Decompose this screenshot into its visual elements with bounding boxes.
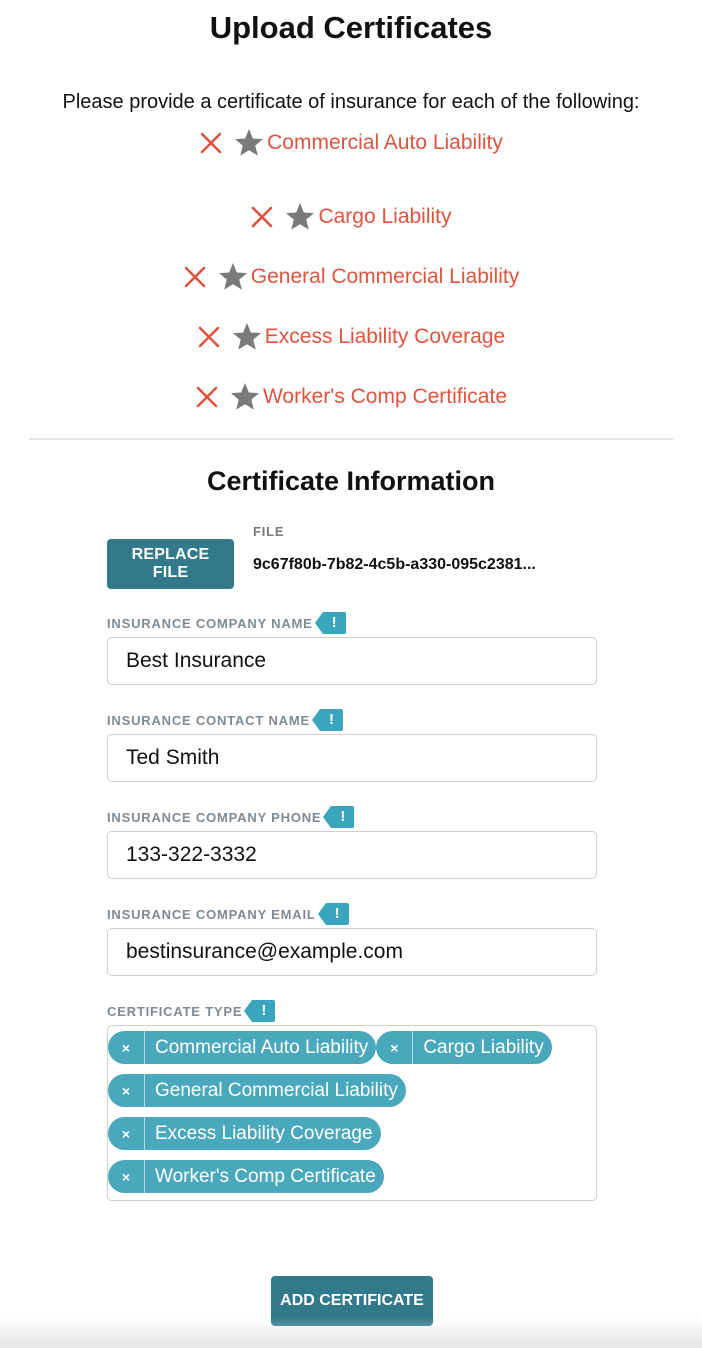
certificate-type-field: CERTIFICATE TYPE ! × Commercial Auto Lia… — [107, 1000, 597, 1201]
company-phone-input[interactable] — [107, 831, 597, 879]
required-flag-icon: ! — [314, 612, 346, 634]
field-label-row: INSURANCE COMPANY EMAIL ! — [107, 903, 597, 925]
file-label: FILE — [253, 524, 285, 539]
tag-label: Worker's Comp Certificate — [155, 1165, 376, 1187]
certificate-type-tag: × Commercial Auto Liability — [108, 1031, 377, 1064]
field-label-row: INSURANCE COMPANY NAME ! — [107, 612, 597, 634]
section-title: Certificate Information — [206, 466, 496, 496]
certificate-type-select[interactable]: × Commercial Auto Liability × Cargo Liab… — [107, 1025, 597, 1201]
requirement-item: Worker's Comp Certificate — [0, 367, 702, 427]
field-label-row: INSURANCE CONTACT NAME ! — [107, 709, 597, 731]
star-icon — [286, 203, 315, 230]
required-flag-icon: ! — [244, 1000, 276, 1022]
field-label: INSURANCE CONTACT NAME — [107, 712, 310, 728]
star-icon — [235, 129, 264, 156]
required-flag-icon: ! — [323, 806, 355, 828]
company-email-field: INSURANCE COMPANY EMAIL ! — [107, 903, 597, 976]
remove-tag-icon[interactable]: × — [108, 1031, 145, 1064]
field-label-row: CERTIFICATE TYPE ! — [107, 1000, 597, 1022]
star-icon — [218, 263, 247, 290]
add-certificate-button[interactable]: ADD CERTIFICATE — [271, 1276, 433, 1326]
company-email-input[interactable] — [107, 928, 597, 976]
contact-name-input[interactable] — [107, 734, 597, 782]
x-icon — [196, 386, 218, 408]
tag-label: Commercial Auto Liability — [155, 1036, 369, 1058]
star-icon — [230, 383, 259, 410]
required-flag-icon: ! — [311, 709, 343, 731]
requirement-item: General Commercial Liability — [0, 247, 702, 307]
page-title: Upload Certificates — [209, 10, 493, 45]
replace-file-button[interactable]: REPLACE FILE — [107, 539, 234, 589]
file-name: 9c67f80b-7b82-4c5b-a330-095c2381... — [253, 556, 536, 573]
tag-label: Excess Liability Coverage — [155, 1122, 373, 1144]
remove-tag-icon[interactable]: × — [108, 1074, 145, 1107]
requirement-label: Commercial Auto Liability — [267, 131, 503, 154]
requirement-label: Worker's Comp Certificate — [262, 385, 507, 408]
remove-tag-icon[interactable]: × — [108, 1117, 145, 1150]
field-label: INSURANCE COMPANY EMAIL — [107, 906, 316, 922]
requirement-item: Cargo Liability — [0, 187, 702, 247]
x-icon — [252, 206, 273, 228]
certificate-type-tag: × General Commercial Liability — [108, 1074, 406, 1107]
x-icon — [200, 132, 222, 154]
requirement-label: General Commercial Liability — [250, 265, 520, 288]
star-icon — [232, 323, 261, 350]
requirement-item: Commercial Auto Liability — [0, 127, 702, 159]
field-label-row: INSURANCE COMPANY PHONE ! — [107, 806, 597, 828]
remove-tag-icon[interactable]: × — [108, 1160, 145, 1193]
contact-name-field: INSURANCE CONTACT NAME ! — [107, 709, 597, 782]
x-icon — [198, 326, 220, 348]
x-icon — [184, 266, 206, 288]
remove-tag-icon[interactable]: × — [376, 1031, 414, 1064]
company-phone-field: INSURANCE COMPANY PHONE ! — [107, 806, 597, 879]
requirement-label: Cargo Liability — [318, 205, 452, 228]
tag-label: General Commercial Liability — [155, 1079, 398, 1101]
company-name-field: INSURANCE COMPANY NAME ! — [107, 612, 597, 685]
certificate-type-tag: × Excess Liability Coverage — [108, 1117, 381, 1150]
company-name-input[interactable] — [107, 637, 597, 685]
intro-text: Please provide a certificate of insuranc… — [62, 91, 640, 113]
certificate-form: REPLACE FILE FILE 9c67f80b-7b82-4c5b-a33… — [107, 520, 597, 1201]
requirement-label: Excess Liability Coverage — [264, 325, 506, 348]
required-flag-icon: ! — [317, 903, 349, 925]
file-row: REPLACE FILE FILE 9c67f80b-7b82-4c5b-a33… — [107, 520, 597, 592]
field-label: INSURANCE COMPANY NAME — [107, 615, 313, 631]
requirement-item: Excess Liability Coverage — [0, 307, 702, 367]
tag-label: Cargo Liability — [423, 1036, 544, 1058]
field-label: CERTIFICATE TYPE — [107, 1003, 243, 1019]
certificate-type-tag: × Worker's Comp Certificate — [108, 1160, 384, 1193]
field-label: INSURANCE COMPANY PHONE — [107, 809, 322, 825]
certificate-type-tag: × Cargo Liability — [376, 1031, 552, 1064]
requirement-list: Commercial Auto Liability Cargo Liabilit… — [0, 127, 702, 427]
